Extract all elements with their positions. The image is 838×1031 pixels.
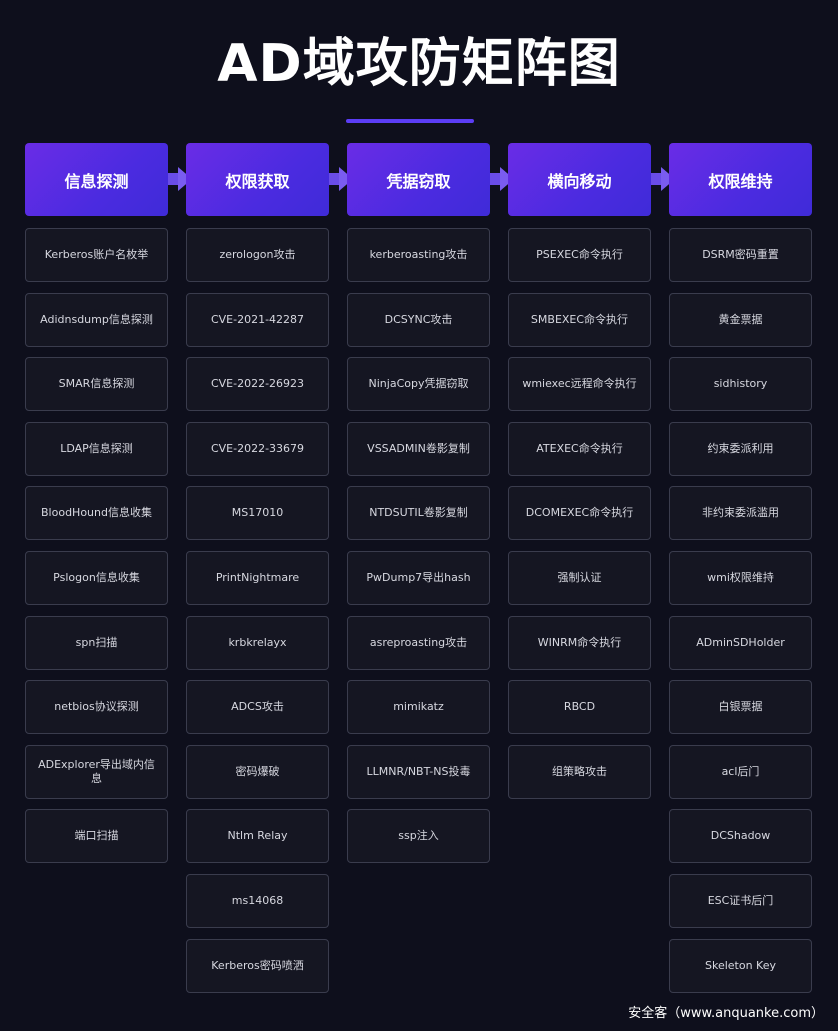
technique-card: Adidnsdump信息探测 [25,293,168,347]
technique-card: mimikatz [347,680,490,734]
technique-card: 非约束委派滥用 [669,486,812,540]
technique-card: DSRM密码重置 [669,228,812,282]
technique-card: 强制认证 [508,551,651,605]
technique-card: 约束委派利用 [669,422,812,476]
technique-card: spn扫描 [25,616,168,670]
column-header-1: 信息探测 [25,143,168,216]
technique-card: ADminSDHolder [669,616,812,670]
technique-card: ms14068 [186,874,329,928]
technique-card: BloodHound信息收集 [25,486,168,540]
technique-card: ADExplorer导出域内信息 [25,745,168,799]
technique-card: zerologon攻击 [186,228,329,282]
column-header-4: 横向移动 [508,143,651,216]
technique-card: PSEXEC命令执行 [508,228,651,282]
technique-card: Kerberos密码喷洒 [186,939,329,993]
technique-card: DCShadow [669,809,812,863]
technique-card: Pslogon信息收集 [25,551,168,605]
technique-card: CVE-2021-42287 [186,293,329,347]
technique-card: DCOMEXEC命令执行 [508,486,651,540]
technique-card: CVE-2022-26923 [186,357,329,411]
technique-card: wmiexec远程命令执行 [508,357,651,411]
technique-card: SMBEXEC命令执行 [508,293,651,347]
technique-card: ssp注入 [347,809,490,863]
technique-card: PrintNightmare [186,551,329,605]
column-header-3: 凭据窃取 [347,143,490,216]
technique-card: 黄金票据 [669,293,812,347]
page-title: AD域攻防矩阵图 [217,34,621,94]
technique-card: netbios协议探测 [25,680,168,734]
technique-card: LDAP信息探测 [25,422,168,476]
technique-card: WINRM命令执行 [508,616,651,670]
technique-card: RBCD [508,680,651,734]
technique-card: PwDump7导出hash [347,551,490,605]
watermark: 安全客（www.anquanke.com） [628,1006,824,1021]
column-header-2: 权限获取 [186,143,329,216]
technique-card: kerberoasting攻击 [347,228,490,282]
technique-card: Ntlm Relay [186,809,329,863]
technique-card: 组策略攻击 [508,745,651,799]
technique-card: ATEXEC命令执行 [508,422,651,476]
technique-card: 白银票据 [669,680,812,734]
technique-card: acl后门 [669,745,812,799]
technique-card: SMAR信息探测 [25,357,168,411]
technique-card: LLMNR/NBT-NS投毒 [347,745,490,799]
technique-card: 密码爆破 [186,745,329,799]
technique-card: Skeleton Key [669,939,812,993]
title-underline [346,119,474,123]
technique-card: VSSADMIN卷影复制 [347,422,490,476]
technique-card: ADCS攻击 [186,680,329,734]
column-header-5: 权限维持 [669,143,812,216]
technique-card: krbkrelayx [186,616,329,670]
technique-card: ESC证书后门 [669,874,812,928]
technique-card: sidhistory [669,357,812,411]
technique-card: wmi权限维持 [669,551,812,605]
technique-card: NinjaCopy凭据窃取 [347,357,490,411]
technique-card: MS17010 [186,486,329,540]
technique-card: CVE-2022-33679 [186,422,329,476]
technique-card: asreproasting攻击 [347,616,490,670]
technique-card: 端口扫描 [25,809,168,863]
technique-card: NTDSUTIL卷影复制 [347,486,490,540]
technique-card: Kerberos账户名枚举 [25,228,168,282]
technique-card: DCSYNC攻击 [347,293,490,347]
